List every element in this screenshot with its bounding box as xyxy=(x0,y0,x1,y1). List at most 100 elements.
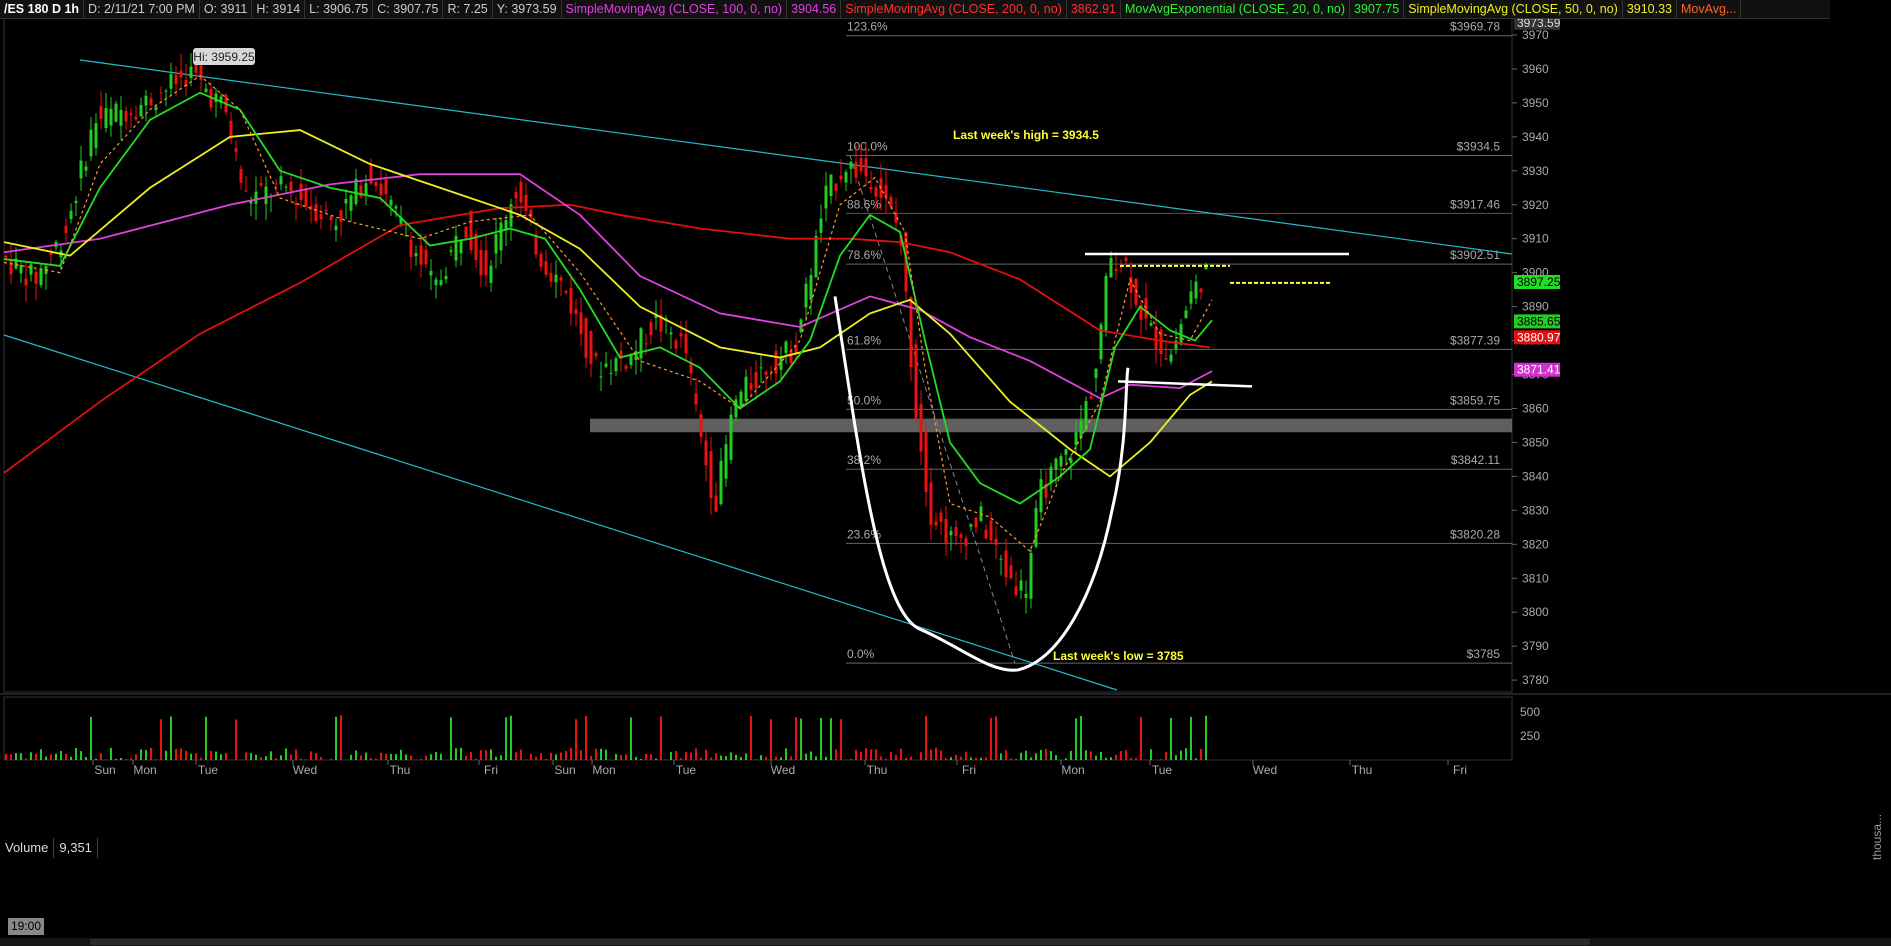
volume-bar xyxy=(140,749,142,760)
volume-bar xyxy=(885,758,887,760)
volume-bar xyxy=(1095,755,1097,760)
candle-body xyxy=(149,98,153,106)
volume-bar xyxy=(1080,716,1082,760)
y-tick-label: 3910 xyxy=(1522,232,1549,246)
volume-bar xyxy=(1120,751,1122,760)
candle-body xyxy=(814,235,818,278)
volume-bar xyxy=(290,754,292,760)
candle-body xyxy=(359,185,363,198)
candle-body xyxy=(1149,323,1153,326)
sma100-label[interactable]: SimpleMovingAvg (CLOSE, 100, 0, no) xyxy=(562,0,788,18)
volume-bar xyxy=(50,754,52,760)
fib-pct-label: 38.2% xyxy=(847,453,881,467)
volume-bar xyxy=(1000,753,1002,760)
volume-bar xyxy=(890,751,892,760)
volume-bar xyxy=(200,757,202,760)
candle-body xyxy=(724,444,728,479)
volume-bar xyxy=(635,756,637,760)
volume-bar xyxy=(45,756,47,760)
scrollbar-thumb[interactable] xyxy=(90,939,1590,945)
volume-bar xyxy=(405,754,407,760)
candle-body xyxy=(864,158,868,177)
x-tick-label: Thu xyxy=(390,763,411,777)
volume-frame xyxy=(3,696,1513,761)
ema20-label[interactable]: MovAvgExponential (CLOSE, 20, 0, no) xyxy=(1121,0,1351,18)
volume-bar xyxy=(565,751,567,760)
candle-body xyxy=(679,333,683,337)
volume-bar xyxy=(1035,753,1037,760)
volume-bar xyxy=(460,747,462,760)
volume-bar xyxy=(365,752,367,760)
horizontal-scrollbar[interactable] xyxy=(0,938,1891,946)
candle-body xyxy=(994,538,998,545)
volume-bar xyxy=(730,752,732,760)
candle-body xyxy=(69,210,73,219)
price-chart[interactable]: 123.6% $3969.78100.0% $3934.588.6% $3917.46… xyxy=(0,0,1891,946)
candle-body xyxy=(444,275,448,280)
candle-body xyxy=(579,312,583,335)
symbol-label[interactable]: /ES 180 D 1h xyxy=(0,0,85,18)
volume-bar xyxy=(995,716,997,760)
volume-bar xyxy=(425,755,427,760)
candle-body xyxy=(449,250,453,252)
candle-body xyxy=(1059,456,1063,467)
volume-bar xyxy=(860,751,862,760)
candle-body xyxy=(1199,288,1203,293)
x-tick-label: Sun xyxy=(94,763,115,777)
volume-bar xyxy=(615,753,617,760)
candle-body xyxy=(199,65,203,80)
candle-body xyxy=(1154,327,1158,350)
volume-bar xyxy=(380,752,382,760)
candle-body xyxy=(719,460,723,505)
candle-body xyxy=(34,271,38,284)
volume-bar xyxy=(95,758,97,760)
crosshair-time: 19:00 xyxy=(8,918,44,935)
extra-study-label[interactable]: MovAvg... xyxy=(1677,0,1742,18)
candle-body xyxy=(669,332,673,335)
candle-body xyxy=(1009,565,1013,579)
volume-bar xyxy=(175,748,177,760)
candle-body xyxy=(744,376,748,402)
lower-trendline xyxy=(3,334,1118,691)
volume-bar xyxy=(300,758,302,760)
candle-body xyxy=(84,166,88,171)
volume-bar xyxy=(735,754,737,760)
volume-bar xyxy=(960,756,962,760)
volume-bar xyxy=(760,755,762,760)
volume-title: Volume xyxy=(0,838,55,858)
volume-bar xyxy=(115,758,117,760)
candle-body xyxy=(789,350,793,363)
candle-body xyxy=(489,265,493,284)
candle-body xyxy=(329,215,333,221)
volume-bar xyxy=(35,753,37,760)
volume-bar xyxy=(550,752,552,760)
price-axis: 3780379038003810382038303840385038603870… xyxy=(1512,28,1549,743)
candle-body xyxy=(889,197,893,208)
candle-body xyxy=(514,192,518,199)
candle-body xyxy=(429,270,433,276)
volume-bar xyxy=(1180,750,1182,760)
volume-bar xyxy=(70,756,72,760)
volume-bar xyxy=(510,715,512,760)
last-week-high-label: Last week's high = 3934.5 xyxy=(953,128,1099,142)
volume-bar xyxy=(705,749,707,760)
volume-bar xyxy=(560,752,562,760)
candle-body xyxy=(984,529,988,539)
candle-body xyxy=(374,182,378,186)
volume-bar xyxy=(90,716,92,760)
volume-bar xyxy=(60,750,62,760)
sma200-label[interactable]: SimpleMovingAvg (CLOSE, 200, 0, no) xyxy=(841,0,1067,18)
volume-unit-label: thousa... xyxy=(1870,813,1884,860)
sma50-label[interactable]: SimpleMovingAvg (CLOSE, 50, 0, no) xyxy=(1404,0,1623,18)
candle-body xyxy=(159,92,163,94)
candle-body xyxy=(499,222,503,251)
candle-body xyxy=(144,95,148,106)
candle-body xyxy=(139,104,143,117)
y-tick-label: 3960 xyxy=(1522,62,1549,76)
candle-body xyxy=(829,174,833,197)
candle-body xyxy=(854,162,858,178)
volume-panel-label: Volume 9,351 xyxy=(0,838,98,858)
volume-bar xyxy=(335,716,337,760)
fib-price-label: $3917.46 xyxy=(1450,197,1500,211)
volume-bar xyxy=(1165,751,1167,760)
